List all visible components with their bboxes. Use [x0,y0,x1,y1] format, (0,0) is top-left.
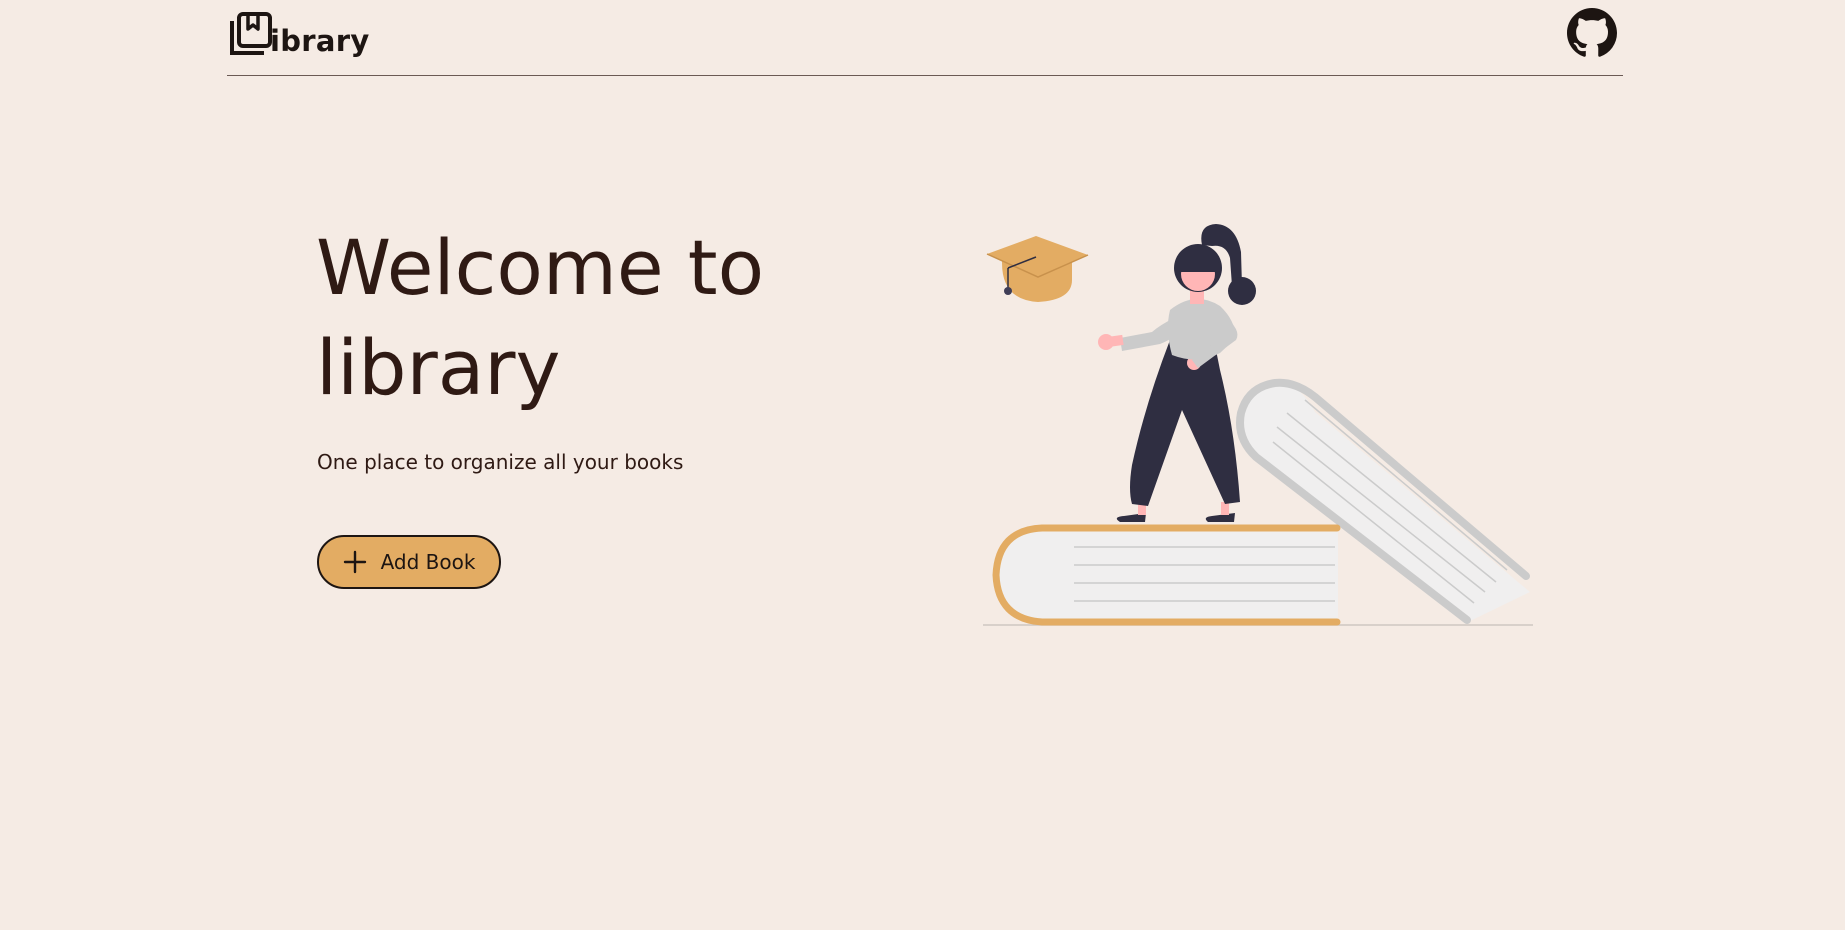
logo-text: ibrary [270,24,370,58]
logo-link[interactable]: ibrary [229,12,370,56]
github-icon [1567,8,1617,57]
github-link[interactable] [1567,8,1617,58]
graduation-cap [986,236,1089,302]
page-title: Welcome to library [316,223,765,412]
lying-book [992,524,1341,626]
woman-figure [1098,224,1256,522]
page-subtitle: One place to organize all your books [317,450,684,474]
site-header: ibrary [227,0,1623,76]
plus-icon [343,550,366,574]
book-stack-icon [230,12,272,55]
add-book-label: Add Book [380,550,476,574]
add-book-button[interactable]: Add Book [317,535,501,589]
reading-woman-illustration [983,224,1533,626]
